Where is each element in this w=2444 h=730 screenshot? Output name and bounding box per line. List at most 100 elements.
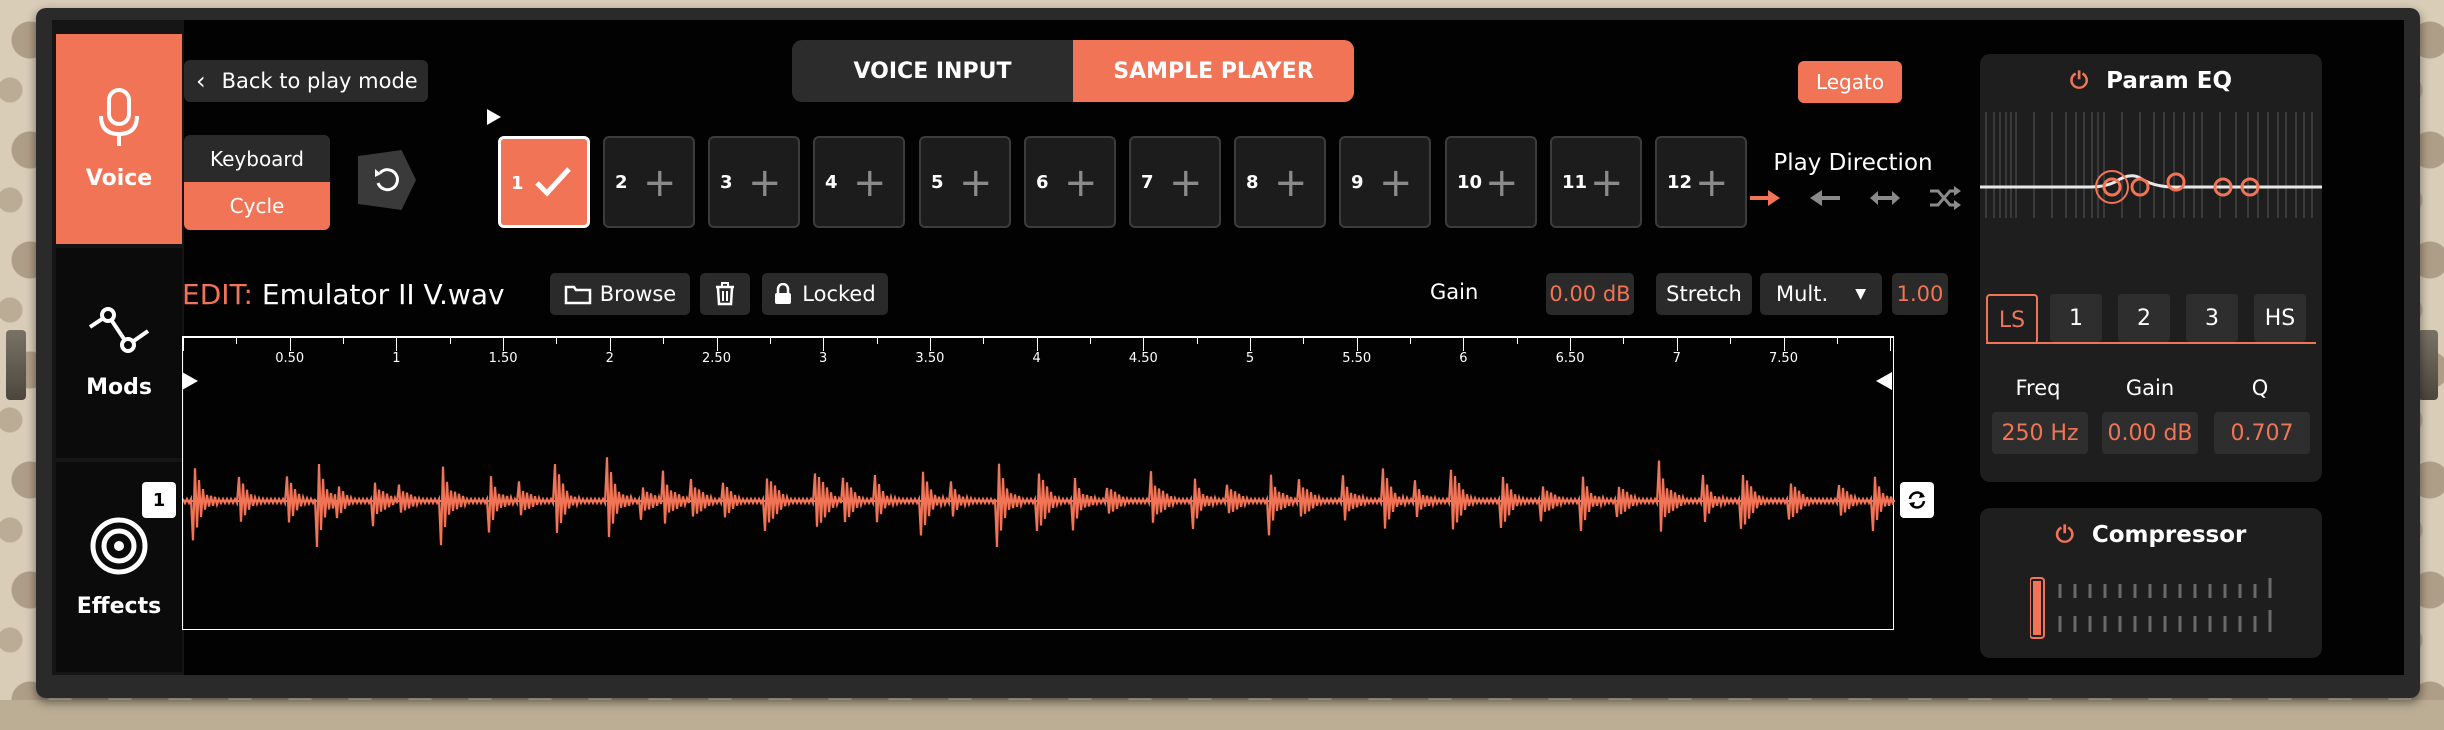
plus-icon: + (1485, 160, 1519, 206)
caret-down-icon: ▼ (1855, 286, 1866, 302)
voice-input-tab[interactable]: VOICE INPUT (792, 40, 1073, 102)
rack-handle-left (6, 330, 26, 400)
trigger-mode-selector: Keyboard Cycle (184, 135, 330, 230)
eq-tab-2[interactable]: 2 (2118, 294, 2170, 342)
stretch-button[interactable]: Stretch (1656, 273, 1752, 315)
eq-gain-field[interactable]: 0.00 dB (2102, 412, 2198, 454)
slot-number: 3 (720, 172, 733, 193)
sample-slot-1[interactable]: 1 (498, 136, 590, 228)
nav-mods[interactable]: Mods (56, 248, 182, 458)
start-marker[interactable] (182, 372, 198, 390)
param-eq-panel: ⏻ Param EQ LS 1 2 3 HS Freq Gain Q 250 H… (1980, 54, 2322, 482)
plus-icon: + (1169, 160, 1203, 206)
power-icon[interactable]: ⏻ (2056, 522, 2074, 548)
microphone-icon (99, 87, 139, 146)
nav-mods-label: Mods (86, 374, 152, 400)
sidebar: Voice Mods Effects (52, 20, 184, 675)
cycle-mode-button[interactable]: Cycle (184, 182, 330, 230)
delete-button[interactable] (700, 273, 750, 315)
slot-number: 1 (511, 173, 524, 194)
shuffle-icon[interactable] (1928, 186, 1962, 210)
eq-tab-1[interactable]: 1 (2050, 294, 2102, 342)
slot-number: 11 (1562, 172, 1588, 193)
sample-slot-4[interactable]: 4 + (813, 136, 905, 228)
eq-freq-field[interactable]: 250 Hz (1992, 412, 2088, 454)
eq-gain-label: Gain (2125, 376, 2175, 400)
back-label: Back to play mode (221, 69, 418, 93)
sample-slot-6[interactable]: 6 + (1024, 136, 1116, 228)
edit-file-label: EDIT: Emulator II V.wav (182, 278, 505, 311)
sample-slot-5[interactable]: 5 + (919, 136, 1011, 228)
arrow-pingpong-icon[interactable] (1868, 188, 1902, 208)
end-marker[interactable] (1876, 372, 1892, 390)
trash-icon (716, 282, 734, 306)
sample-slot-7[interactable]: 7 + (1129, 136, 1221, 228)
locked-label: Locked (802, 282, 876, 306)
slot-number: 9 (1351, 172, 1364, 193)
edit-filename: Emulator II V.wav (261, 278, 505, 311)
plus-icon: + (1274, 160, 1308, 206)
reset-icon (375, 168, 399, 192)
waveform-display[interactable]: 0.50 1 1.50 2 2.50 3 3.50 4 4.50 5 5.50 6 6.50 7 7.50 (182, 336, 1895, 630)
sample-slot-9[interactable]: 9 + (1339, 136, 1431, 228)
slot-number: 7 (1141, 172, 1154, 193)
sample-slot-10[interactable]: 10 + (1445, 136, 1537, 228)
plus-icon: + (959, 160, 993, 206)
loop-number-badge[interactable]: 1 (142, 482, 176, 518)
slot-number: 8 (1246, 172, 1259, 193)
modulation-curve-icon (88, 306, 150, 353)
eq-q-label: Q (2251, 376, 2269, 400)
arrow-forward-icon[interactable] (1748, 188, 1782, 208)
lock-toggle[interactable]: Locked (762, 273, 888, 315)
compressor-title: Compressor (2091, 522, 2247, 548)
keyboard-mode-button[interactable]: Keyboard (184, 135, 330, 182)
power-icon[interactable]: ⏻ (2070, 68, 2088, 94)
browse-button[interactable]: Browse (550, 273, 690, 315)
arrow-backward-icon[interactable] (1808, 188, 1842, 208)
play-direction-title: Play Direction (1773, 150, 1933, 176)
plus-icon: + (1379, 160, 1413, 206)
sample-slot-12[interactable]: 12 + (1655, 136, 1747, 228)
sample-slot-3[interactable]: 3 + (708, 136, 800, 228)
slot-number: 6 (1036, 172, 1049, 193)
nav-voice[interactable]: Voice (56, 34, 182, 244)
bottom-strip (0, 700, 2444, 730)
multiplier-value-field[interactable]: 1.00 (1892, 273, 1948, 315)
waveform-path (183, 457, 1895, 548)
plus-icon: + (643, 160, 677, 206)
legato-button[interactable]: Legato (1798, 61, 1902, 103)
eq-curve-graph[interactable] (1980, 112, 2322, 218)
sample-slot-2[interactable]: 2 + (603, 136, 695, 228)
nav-voice-label: Voice (85, 165, 153, 191)
plus-icon: + (853, 160, 887, 206)
back-to-play-mode-button[interactable]: ‹ Back to play mode (184, 60, 428, 102)
eq-tab-ls[interactable]: LS (1986, 294, 2038, 344)
sample-slot-8[interactable]: 8 + (1234, 136, 1326, 228)
loop-icon (1908, 491, 1926, 509)
plus-icon: + (1590, 160, 1624, 206)
current-slot-marker (487, 109, 501, 125)
sample-player-tab[interactable]: SAMPLE PLAYER (1073, 40, 1354, 102)
gain-value-field[interactable]: 0.00 dB (1546, 273, 1634, 315)
eq-tab-3[interactable]: 3 (2186, 294, 2238, 342)
plus-icon: + (1064, 160, 1098, 206)
browse-label: Browse (599, 282, 677, 306)
lock-icon (775, 283, 792, 304)
eq-tab-underline (1986, 342, 2316, 344)
eq-freq-label: Freq (2015, 376, 2061, 400)
nav-effects-label: Effects (76, 593, 162, 619)
slot-number: 2 (615, 172, 628, 193)
slot-number: 5 (931, 172, 944, 193)
chevron-left-icon: ‹ (196, 67, 206, 95)
loop-toggle[interactable] (1900, 482, 1934, 518)
compressor-meter[interactable] (2030, 576, 2290, 642)
stretch-mode-dropdown[interactable]: Mult. ▼ (1760, 273, 1882, 315)
eq-q-field[interactable]: 0.707 (2214, 412, 2310, 454)
waveform (183, 457, 1895, 548)
sample-slot-11[interactable]: 11 + (1550, 136, 1642, 228)
compressor-panel: ⏻ Compressor (1980, 508, 2322, 658)
folder-icon (564, 285, 592, 305)
slot-number: 12 (1667, 172, 1693, 193)
edit-prefix: EDIT: (182, 278, 253, 311)
eq-tab-hs[interactable]: HS (2254, 294, 2306, 342)
